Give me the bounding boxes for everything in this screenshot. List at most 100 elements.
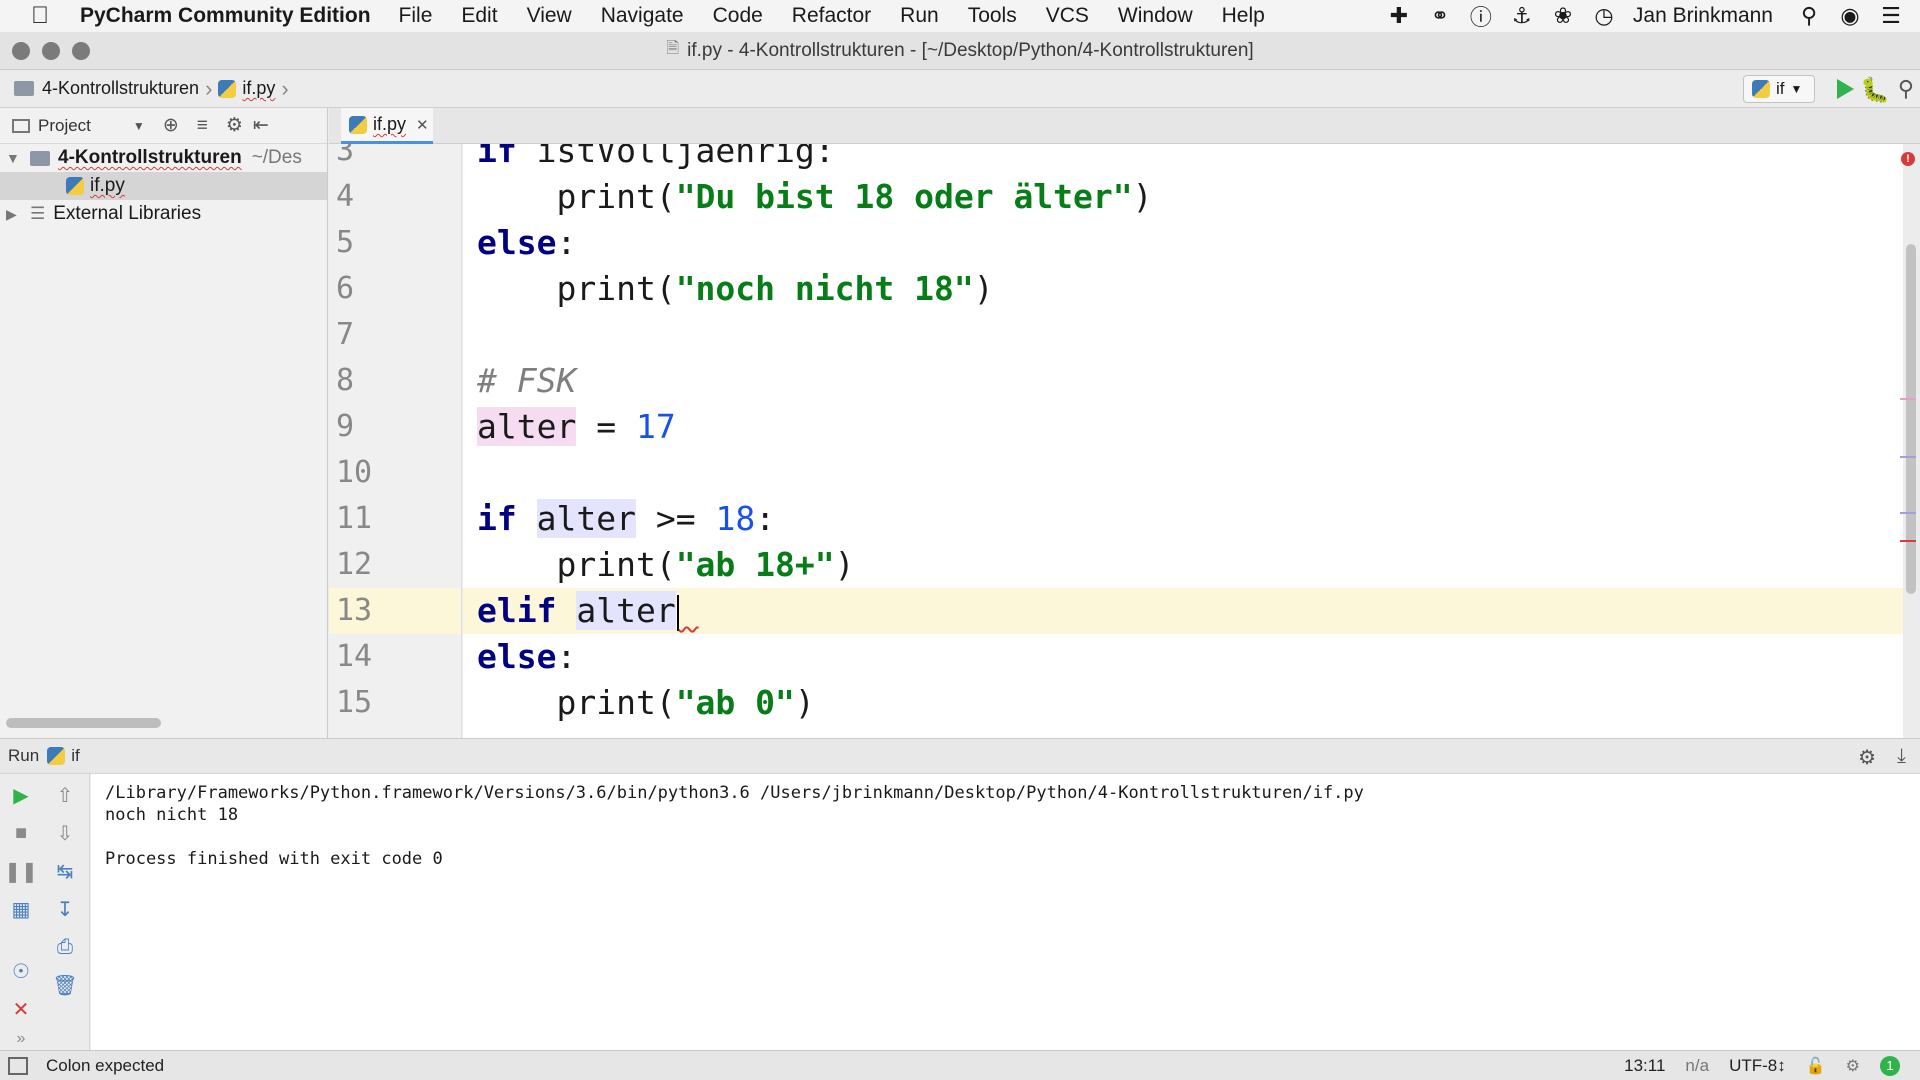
vpn-icon[interactable]: ⚓	[1510, 3, 1534, 28]
run-panel-title: Run	[8, 746, 40, 765]
close-icon[interactable]: ✕	[8, 996, 34, 1022]
code-line[interactable]: print("Du bist 18 oder älter")	[463, 174, 1903, 220]
spotlight-search-icon[interactable]: ⚲	[1797, 3, 1821, 28]
hide-panel-icon[interactable]: ⇤	[253, 114, 269, 137]
menu-code[interactable]: Code	[713, 4, 763, 28]
code-line[interactable]: if alter >= 18:	[463, 496, 1903, 542]
siri-icon[interactable]: ◉	[1838, 3, 1862, 28]
run-toolbar: ▶ ⇧ ■ ⇩ ❚❚ ↹ ▦ ↧ ⎙ ☉ 🗑 ✕ »	[0, 774, 90, 1050]
code-line[interactable]: if istVolljaehrig:	[463, 144, 1903, 174]
zoom-window-button[interactable]	[72, 42, 90, 60]
file-encoding[interactable]: UTF-8↕	[1729, 1056, 1786, 1076]
collapse-arrow-icon[interactable]: ▶	[6, 206, 20, 223]
plus-cross-icon[interactable]: ✚	[1387, 3, 1411, 28]
lock-icon[interactable]: 🔓	[1806, 1056, 1826, 1076]
menu-vcs[interactable]: VCS	[1046, 4, 1089, 28]
code-text: print(	[477, 177, 676, 216]
caret-position[interactable]: 13:11	[1624, 1056, 1665, 1076]
folder-icon	[30, 150, 50, 166]
breadcrumb-project[interactable]: 4-Kontrollstrukturen	[14, 78, 199, 99]
menu-run[interactable]: Run	[900, 4, 939, 28]
menu-help[interactable]: Help	[1222, 4, 1265, 28]
scroll-to-end-icon[interactable]: ↧	[52, 896, 78, 922]
debug-bug-icon[interactable]: 🐛	[1860, 76, 1890, 105]
horizontal-scrollbar[interactable]	[6, 718, 161, 728]
expand-arrow-icon[interactable]: ▼	[6, 150, 20, 166]
breadcrumb-file[interactable]: if.py	[218, 78, 275, 99]
code-editor[interactable]: if istVolljaehrig: print("Du bist 18 ode…	[463, 144, 1903, 738]
usage-marker[interactable]	[1900, 456, 1916, 458]
down-arrow-icon[interactable]: ⇩	[52, 820, 78, 846]
run-panel-config[interactable]: if	[71, 746, 80, 766]
tree-item-external-libraries[interactable]: ▶ ☰ External Libraries	[0, 200, 327, 228]
minimize-window-button[interactable]	[42, 42, 60, 60]
up-arrow-icon[interactable]: ⇧	[52, 782, 78, 808]
code-line-current[interactable]: elif alter	[463, 588, 1903, 634]
menu-tools[interactable]: Tools	[968, 4, 1017, 28]
run-button[interactable]	[1837, 79, 1854, 99]
code-line[interactable]: else:	[463, 220, 1903, 266]
breadcrumb-separator-icon: ›	[281, 75, 289, 101]
keyword: if	[477, 144, 517, 170]
menu-window[interactable]: Window	[1118, 4, 1193, 28]
keyword: else	[477, 637, 557, 676]
usage-marker[interactable]	[1900, 398, 1916, 400]
tool-windows-toggle-icon[interactable]	[8, 1056, 28, 1075]
console-output[interactable]: /Library/Frameworks/Python.framework/Ver…	[91, 774, 1920, 1050]
notification-center-icon[interactable]: ☰	[1879, 3, 1903, 28]
variable-alter: alter	[536, 499, 636, 538]
code-line[interactable]: print("ab 0")	[463, 680, 1903, 726]
layout-icon[interactable]: ▦	[8, 896, 34, 922]
app-name-menu[interactable]: PyCharm Community Edition	[80, 4, 371, 28]
menu-view[interactable]: View	[527, 4, 572, 28]
code-line[interactable]: alter = 17	[463, 404, 1903, 450]
menu-navigate[interactable]: Navigate	[601, 4, 684, 28]
stop-icon[interactable]: ■	[8, 820, 34, 846]
apple-icon[interactable]: 	[0, 2, 80, 30]
gear-icon[interactable]: ⚙	[226, 114, 243, 137]
tab-if-py[interactable]: if.py ✕	[341, 108, 433, 144]
code-line[interactable]: print("ab 18+")	[463, 542, 1903, 588]
python-file-icon	[66, 177, 84, 195]
pause-icon[interactable]: ❚❚	[4, 858, 38, 884]
project-view-select[interactable]: Project	[38, 116, 91, 136]
tree-item-if-py[interactable]: if.py	[0, 172, 327, 200]
trash-icon[interactable]: 🗑	[52, 972, 78, 998]
pin-icon[interactable]: ☉	[8, 958, 34, 984]
gear-icon[interactable]: ⚙	[1858, 745, 1876, 770]
more-icon[interactable]: »	[8, 1026, 34, 1052]
code-line[interactable]: print("noch nicht 18")	[463, 266, 1903, 312]
menu-refactor[interactable]: Refactor	[792, 4, 871, 28]
password-manager-icon[interactable]: ⓘ	[1469, 4, 1493, 30]
folder-icon	[14, 81, 34, 96]
editor-gutter: 3 4 5 6 7 8 9 10 11 12 13 14 15	[329, 144, 462, 738]
user-name[interactable]: Jan Brinkmann	[1633, 4, 1773, 28]
scroll-from-source-icon[interactable]: ⊕	[163, 114, 179, 137]
tree-item-project-root[interactable]: ▼ 4-Kontrollstrukturen ~/Des	[0, 144, 327, 172]
chevron-down-icon[interactable]: ▼	[133, 119, 145, 133]
menu-file[interactable]: File	[399, 4, 433, 28]
search-icon[interactable]: ⚲	[1898, 76, 1914, 102]
code-line[interactable]: # FSK	[463, 358, 1903, 404]
rerun-icon[interactable]: ▶	[8, 782, 34, 808]
soft-wrap-icon[interactable]: ↹	[52, 858, 78, 884]
line-separator[interactable]: n/a	[1685, 1056, 1709, 1076]
inspector-icon[interactable]: ⚙	[1846, 1056, 1860, 1076]
collapse-all-icon[interactable]: ≡	[197, 115, 208, 137]
error-stripe-marker[interactable]	[1900, 540, 1916, 542]
print-icon[interactable]: ⎙	[52, 934, 78, 960]
event-log-badge[interactable]: 1	[1880, 1056, 1900, 1076]
hide-panel-icon[interactable]: ⤓	[1897, 745, 1906, 768]
close-window-button[interactable]	[12, 42, 30, 60]
error-indicator-icon[interactable]: !	[1901, 152, 1915, 166]
line-number: 12	[336, 547, 373, 582]
time-machine-icon[interactable]: ◷	[1592, 3, 1616, 28]
line-number: 6	[336, 271, 355, 306]
menu-edit[interactable]: Edit	[461, 4, 497, 28]
run-configuration-select[interactable]: if ▼	[1743, 75, 1815, 103]
creative-cloud-icon[interactable]: ⚭	[1428, 3, 1452, 28]
close-tab-icon[interactable]: ✕	[416, 116, 429, 134]
leaf-icon[interactable]: ❀	[1551, 3, 1575, 28]
code-line[interactable]: else:	[463, 634, 1903, 680]
usage-marker[interactable]	[1900, 512, 1916, 514]
